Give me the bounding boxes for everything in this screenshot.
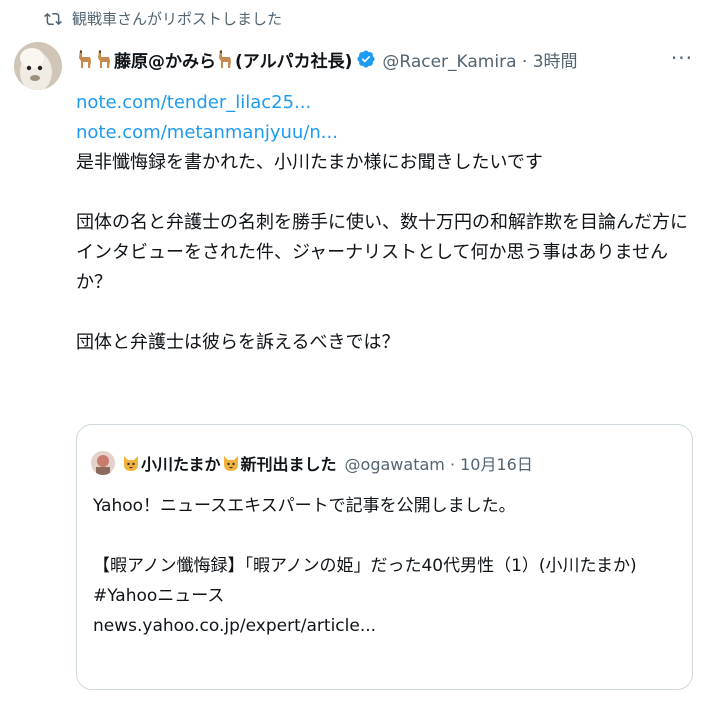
quote-author-name: 小川たまか 新刊出ました: [121, 451, 337, 475]
alpaca-emoji-icon: [98, 50, 110, 68]
quote-tweet-card[interactable]: 小川たまか 新刊出ました @ogawatam · 10月16日 Yahoo！ニュ…: [76, 424, 693, 690]
quote-link: news.yahoo.co.jp/expert/article...: [93, 616, 377, 636]
tweet-paragraph-2-line: か？: [76, 272, 112, 293]
cat-emoji-icon: [223, 456, 238, 471]
tweet-paragraph-2-line: インタビューをされた件、ジャーナリストとして何か思う事はありません: [76, 242, 669, 263]
quote-hashtag: #Yahooニュース: [93, 586, 225, 606]
quote-avatar: [91, 451, 115, 475]
quote-line: 【暇アノン懺悔録】「暇アノンの姫」だった40代男性（1）(小川たまか): [93, 556, 637, 576]
repost-icon: [44, 12, 62, 25]
link-note-1[interactable]: note.com/tender_lilac25...: [76, 88, 696, 118]
avatar[interactable]: [14, 42, 62, 90]
repost-context[interactable]: 観戦車さんがリポストしました: [44, 8, 282, 29]
author-name-text: 藤原@かみら: [114, 51, 216, 72]
alpaca-avatar-image: [14, 42, 62, 90]
quote-body: Yahoo！ニュースエキスパートで記事を公開しました。 【暇アノン懺悔録】「暇ア…: [93, 491, 688, 641]
quote-avatar-image: [91, 451, 115, 475]
author-name-suffix: (アルパカ社長): [235, 51, 353, 72]
link-note-2[interactable]: note.com/metanmanjyuu/n...: [76, 118, 696, 148]
tweet-body: note.com/tender_lilac25... note.com/meta…: [76, 88, 696, 358]
tweet-paragraph-1: 是非懺悔録を書かれた、小川たまか様にお聞きしたいです: [76, 152, 543, 173]
repost-label: 観戦車さんがリポストしました: [72, 10, 283, 28]
quote-author-name-text: 小川たまか: [141, 455, 221, 474]
tweet-header: 藤原@かみら (アルパカ社長) @Racer_Kamira · 3時間 ···: [76, 44, 693, 74]
quote-header: 小川たまか 新刊出ました @ogawatam · 10月16日: [91, 451, 533, 475]
quote-author-name-suffix: 新刊出ました: [240, 455, 337, 474]
cat-emoji-icon: [124, 456, 138, 471]
author-name[interactable]: 藤原@かみら (アルパカ社長): [76, 47, 352, 72]
tweet-paragraph-3: 団体と弁護士は彼らを訴えるべきでは？: [76, 332, 400, 353]
alpaca-emoji-icon: [219, 50, 231, 68]
verified-badge-icon: [357, 50, 375, 68]
author-handle-time[interactable]: @Racer_Kamira · 3時間: [382, 47, 577, 72]
tweet-paragraph-2-line: 団体の名と弁護士の名刺を勝手に使い、数十万円の和解詐欺を目論んだ方に: [76, 212, 688, 233]
alpaca-emoji-icon: [79, 50, 91, 68]
quote-line: Yahoo！ニュースエキスパートで記事を公開しました。: [93, 496, 516, 516]
more-options-icon[interactable]: ···: [671, 46, 693, 70]
quote-handle-date: @ogawatam · 10月16日: [344, 455, 533, 474]
